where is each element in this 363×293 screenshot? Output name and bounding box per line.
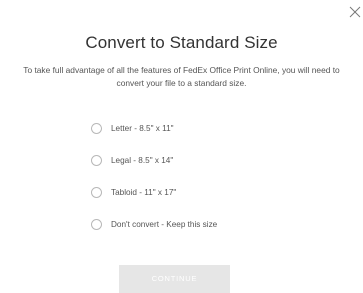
- continue-button[interactable]: CONTINUE: [119, 265, 230, 293]
- option-label-letter: Letter - 8.5" x 11": [111, 123, 174, 133]
- close-icon: [349, 6, 361, 18]
- option-letter[interactable]: Letter - 8.5" x 11": [91, 120, 291, 136]
- radio-legal[interactable]: [91, 154, 102, 166]
- size-options: Letter - 8.5" x 11" Legal - 8.5" x 14" T…: [91, 120, 291, 248]
- option-label-keep-size: Don't convert - Keep this size: [111, 219, 218, 229]
- close-button[interactable]: [349, 6, 361, 18]
- dialog-description: To take full advantage of all the featur…: [23, 65, 340, 88]
- convert-size-dialog: Convert to Standard Size To take full ad…: [0, 0, 363, 293]
- option-label-tabloid: Tabloid - 11" x 17": [111, 187, 177, 197]
- option-label-legal: Legal - 8.5" x 14": [111, 155, 174, 165]
- option-keep-size[interactable]: Don't convert - Keep this size: [91, 216, 291, 232]
- dialog-title: Convert to Standard Size: [85, 33, 278, 52]
- option-legal[interactable]: Legal - 8.5" x 14": [91, 152, 291, 168]
- radio-keep-size[interactable]: [91, 218, 102, 230]
- radio-letter[interactable]: [91, 122, 102, 134]
- radio-tabloid[interactable]: [91, 186, 102, 198]
- option-tabloid[interactable]: Tabloid - 11" x 17": [91, 184, 291, 200]
